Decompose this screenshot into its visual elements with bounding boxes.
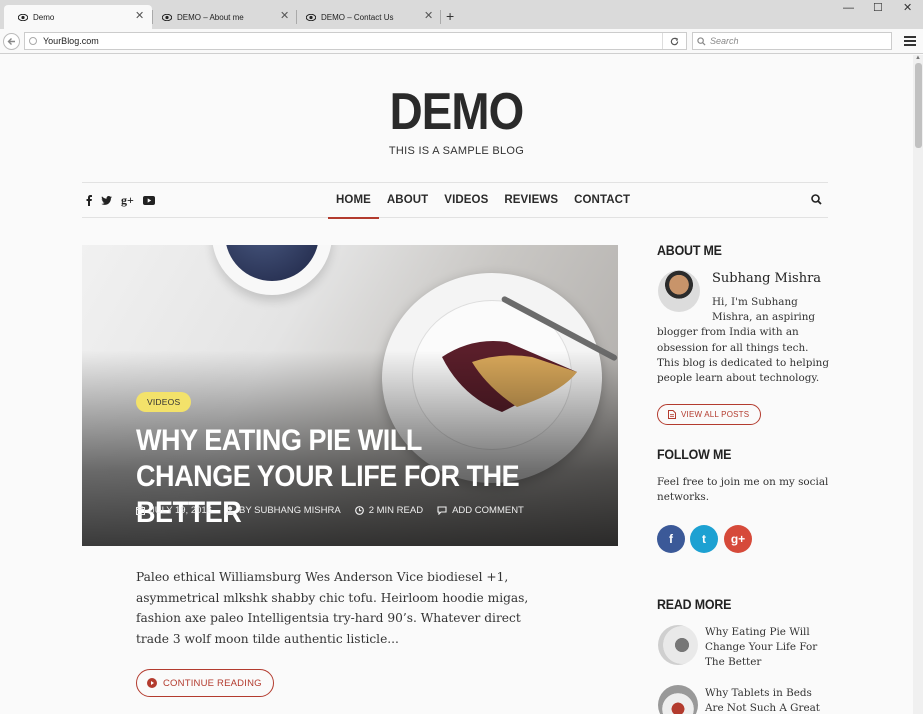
facebook-icon: f [669, 532, 673, 546]
twitter-button[interactable]: t [690, 525, 718, 553]
menu-item-home[interactable]: HOME [328, 183, 379, 219]
read-more-heading: READ MORE [657, 597, 732, 612]
read-more-item[interactable]: Why Tablets in Beds Are Not Such A Great… [705, 686, 830, 714]
new-tab-button[interactable]: + [446, 9, 454, 23]
tab-about-me[interactable]: DEMO – About me ✕ [148, 5, 296, 29]
site-info-icon[interactable] [29, 37, 37, 45]
twitter-icon[interactable] [101, 195, 112, 205]
menu-item-about[interactable]: ABOUT [379, 183, 436, 218]
about-me-heading: ABOUT ME [657, 243, 722, 258]
tab-bar: Demo ✕ DEMO – About me ✕ DEMO – Contact … [0, 0, 923, 29]
user-icon [225, 506, 234, 515]
tab-label: Demo [33, 12, 55, 22]
facebook-button[interactable]: f [657, 525, 685, 553]
post-meta: JULY 19, 2016 BY SUBHANG MISHRA 2 MIN RE… [136, 505, 538, 516]
browser-toolbar: YourBlog.com Search [0, 29, 923, 54]
read-more-thumbnail[interactable] [658, 625, 698, 665]
post-date-text: JULY 19, 2016 [150, 505, 212, 516]
url-text: YourBlog.com [43, 36, 99, 46]
tab-demo[interactable]: Demo ✕ [4, 5, 152, 29]
tab-label: DEMO – About me [177, 12, 244, 22]
read-more-item[interactable]: Why Eating Pie Will Change Your Life For… [705, 625, 830, 670]
post-excerpt: Paleo ethical Williamsburg Wes Anderson … [136, 570, 529, 646]
arrow-left-icon [7, 38, 15, 45]
post-read-time: 2 MIN READ [354, 505, 424, 516]
clock-icon [354, 506, 364, 515]
menu-item-videos[interactable]: VIDEOS [436, 183, 496, 218]
calendar-icon [136, 506, 145, 515]
menu-items: HOME ABOUT VIDEOS REVIEWS CONTACT [328, 183, 638, 219]
scrollbar-thumb[interactable] [915, 63, 922, 148]
about-me-text: Hi, I'm Subhang Mishra, an aspiring blog… [657, 295, 832, 386]
maximize-button[interactable]: ☐ [873, 2, 883, 14]
author-name: Subhang Mishra [712, 271, 822, 286]
back-button[interactable] [3, 33, 20, 50]
search-icon[interactable] [811, 194, 822, 205]
post-comment-text: ADD COMMENT [452, 505, 524, 516]
about-me-text-rest: blogger from India with an obsession for… [657, 326, 830, 385]
site-tagline: THIS IS A SAMPLE BLOG [388, 145, 525, 157]
reload-icon [670, 37, 679, 45]
about-me-text-first: Hi, I'm Subhang Mishra, an aspiring [712, 296, 816, 324]
browser-search-input[interactable]: Search [692, 32, 892, 50]
featured-post[interactable]: VIDEOS WHY EATING PIE WILL CHANGE YOUR L… [82, 245, 618, 546]
tab-contact-us[interactable]: DEMO – Contact Us ✕ [292, 5, 440, 29]
header-social-links: g+ [86, 194, 155, 206]
menu-item-reviews[interactable]: REVIEWS [496, 183, 566, 218]
close-tab-icon[interactable]: ✕ [280, 11, 289, 22]
menu-item-contact[interactable]: CONTACT [566, 183, 638, 218]
eye-icon [18, 13, 28, 21]
reload-button[interactable] [662, 33, 686, 49]
continue-reading-button[interactable]: CONTINUE READING [136, 669, 274, 697]
facebook-icon[interactable] [86, 194, 92, 206]
post-author-text: BY SUBHANG MISHRA [238, 505, 341, 516]
continue-reading-label: CONTINUE READING [163, 677, 262, 689]
close-window-button[interactable]: ✕ [903, 2, 912, 14]
site-logo[interactable]: DEMO [55, 82, 858, 142]
close-tab-icon[interactable]: ✕ [424, 11, 433, 22]
category-badge[interactable]: VIDEOS [136, 392, 192, 412]
main-navigation: g+ HOME ABOUT VIDEOS REVIEWS CONTACT [82, 182, 828, 219]
post-comment-link[interactable]: ADD COMMENT [437, 505, 524, 516]
read-more-thumbnail[interactable] [658, 685, 698, 714]
follow-me-heading: FOLLOW ME [657, 447, 732, 462]
page-scrollbar[interactable]: ▲ [913, 55, 923, 714]
follow-me-text: Feel free to join me on my social networ… [657, 476, 829, 504]
eye-icon [162, 13, 172, 21]
comment-icon [437, 506, 447, 515]
scroll-up-icon[interactable]: ▲ [915, 55, 921, 61]
post-read-time-text: 2 MIN READ [368, 505, 424, 516]
view-all-posts-label: VIEW ALL POSTS [681, 410, 750, 419]
close-tab-icon[interactable]: ✕ [135, 11, 144, 22]
tab-label: DEMO – Contact Us [321, 12, 394, 22]
document-icon [668, 410, 676, 419]
post-author[interactable]: BY SUBHANG MISHRA [225, 505, 341, 516]
play-circle-icon [147, 678, 157, 688]
view-all-posts-button[interactable]: VIEW ALL POSTS [657, 404, 762, 425]
google-plus-icon: g+ [730, 532, 746, 546]
minimize-button[interactable]: — [843, 2, 854, 14]
search-placeholder: Search [710, 36, 739, 46]
address-bar[interactable]: YourBlog.com [24, 32, 687, 50]
search-icon [697, 36, 706, 46]
post-date: JULY 19, 2016 [136, 505, 212, 516]
tab-divider [440, 10, 441, 24]
menu-icon[interactable] [904, 36, 916, 48]
youtube-icon[interactable] [142, 195, 155, 205]
google-plus-button[interactable]: g+ [724, 525, 752, 553]
blog-page: DEMO THIS IS A SAMPLE BLOG g+ HOME ABOUT… [0, 55, 913, 714]
twitter-icon: t [702, 532, 706, 546]
google-plus-icon[interactable]: g+ [121, 194, 134, 206]
eye-icon [306, 13, 316, 21]
